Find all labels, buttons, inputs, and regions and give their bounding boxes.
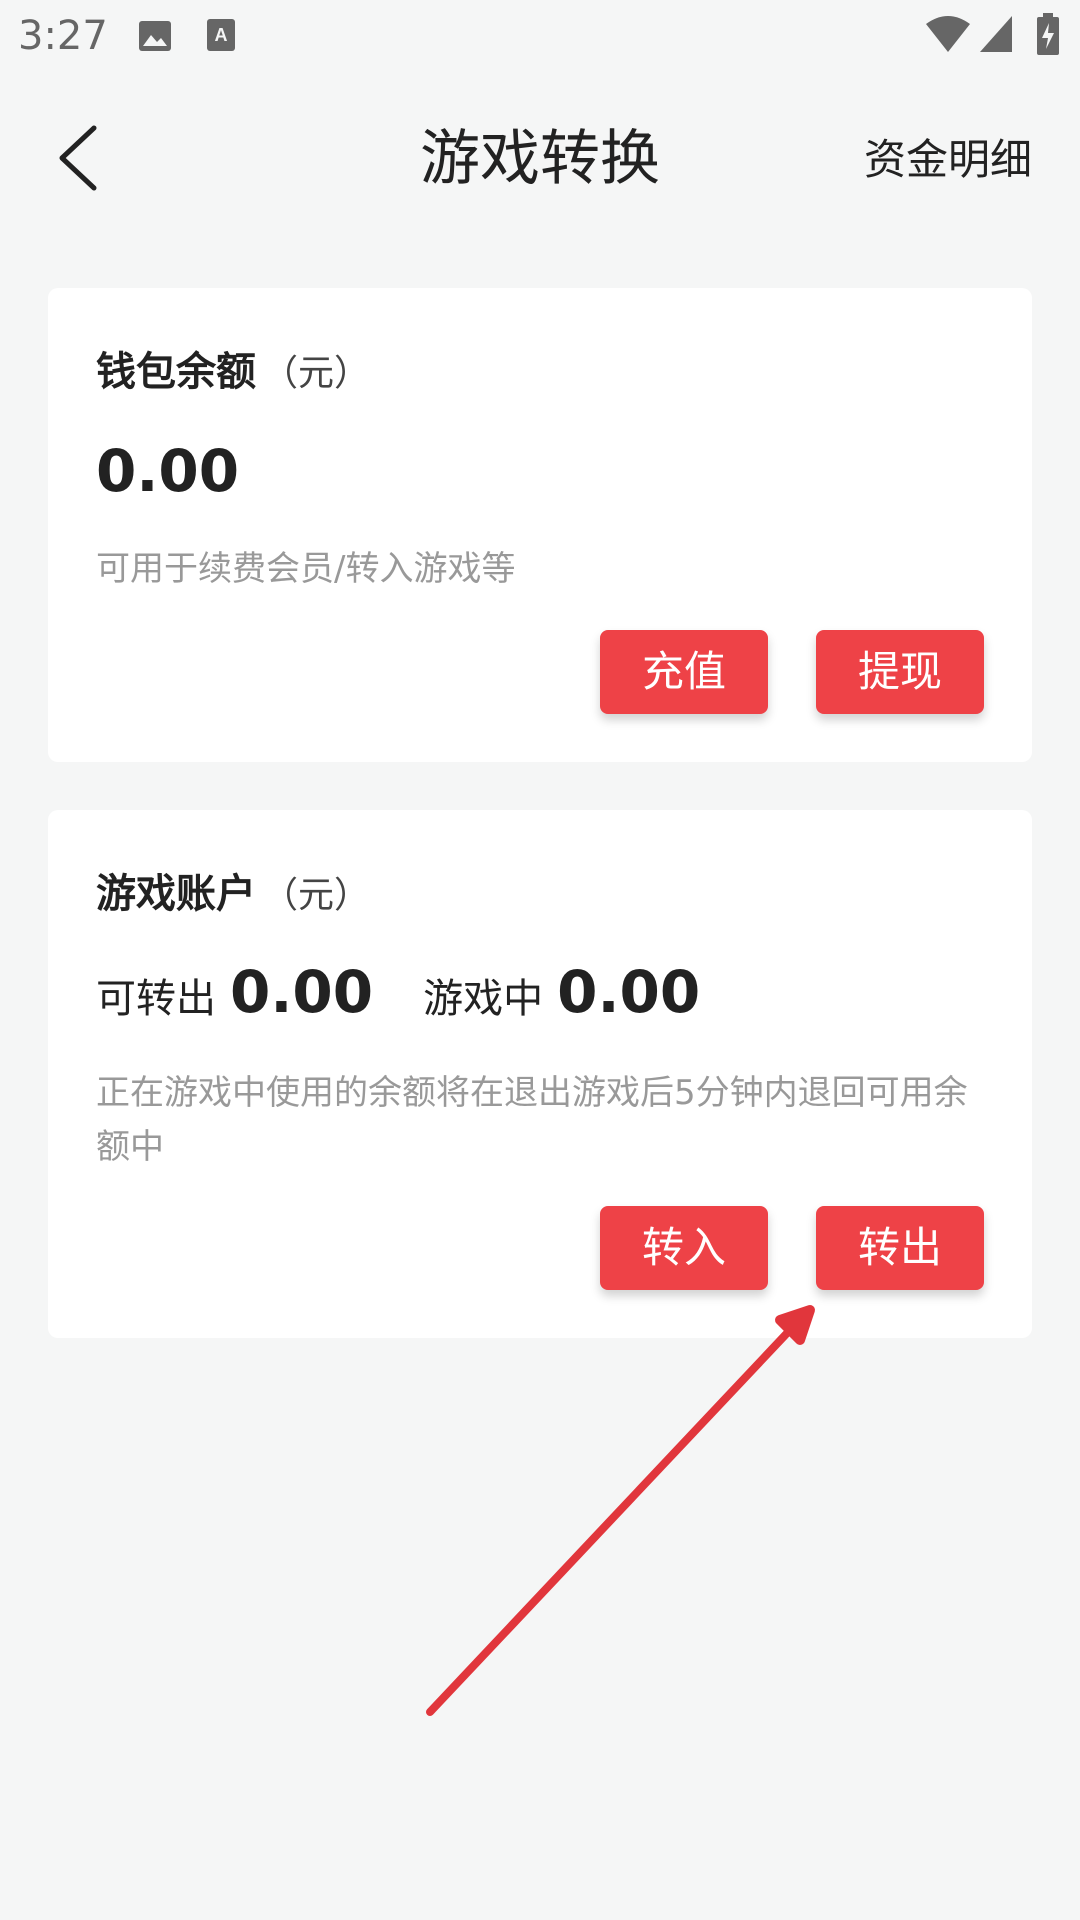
in-game-amount: 0.00 [557,958,701,1026]
wallet-balance-card: 钱包余额 （元） 0.00 可用于续费会员/转入游戏等 充值 提现 [48,288,1032,762]
wifi-icon [926,16,970,52]
status-time: 3:27 [18,13,108,59]
transferable-label: 可转出 [96,976,216,1022]
recharge-button[interactable]: 充值 [600,630,768,714]
text-a-icon: A [207,19,235,51]
game-account-card: 游戏账户 （元） 可转出 0.00 游戏中 0.00 正在游戏中使用的余额将在退出… [48,810,1032,1338]
wallet-balance-amount: 0.00 [96,437,240,505]
in-game-label: 游戏中 [423,976,544,1022]
signal-icon [980,16,1012,52]
game-amounts-row: 可转出 0.00 游戏中 0.00 [96,958,700,1026]
image-icon [139,21,171,51]
game-account-label: 游戏账户 [96,871,256,917]
game-unit-label: （元） [262,875,371,916]
wallet-balance-title: 钱包余额 （元） [96,344,370,402]
nav-bar: 游戏转换 资金明细 [0,96,1080,220]
transferable-amount: 0.00 [230,958,374,1026]
transfer-out-button[interactable]: 转出 [816,1206,984,1290]
wallet-balance-label: 钱包余额 [96,349,256,395]
wallet-unit-label: （元） [262,353,371,394]
fund-details-link[interactable]: 资金明细 [864,132,1032,188]
wallet-hint-text: 可用于续费会员/转入游戏等 [96,549,516,589]
svg-text:A: A [215,25,228,45]
status-bar: 3:27 A [0,0,1080,72]
game-account-title: 游戏账户 （元） [96,866,370,924]
game-hint-text: 正在游戏中使用的余额将在退出游戏后5分钟内退回可用余额中 [96,1073,968,1167]
battery-charging-icon [1037,13,1059,55]
withdraw-button[interactable]: 提现 [816,630,984,714]
transfer-in-button[interactable]: 转入 [600,1206,768,1290]
